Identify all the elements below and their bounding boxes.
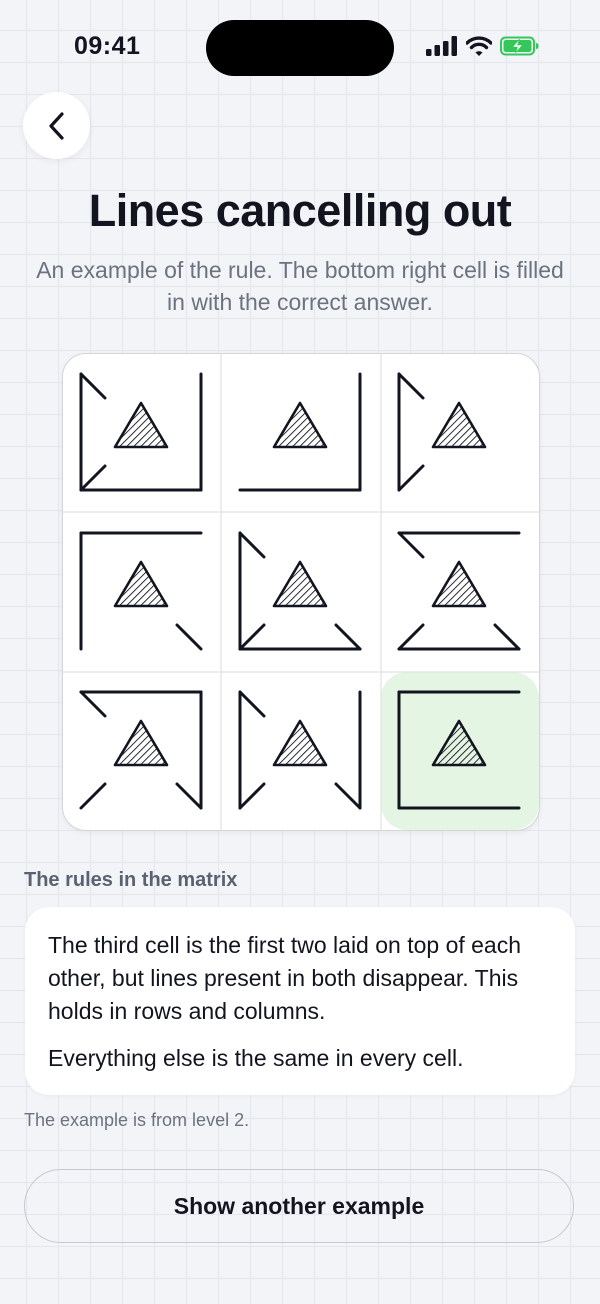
chevron-left-icon: [48, 111, 64, 140]
rule-paragraph: Everything else is the same in every cel…: [48, 1045, 464, 1071]
matrix-cells: [79, 372, 521, 810]
matrix-cell-r1c1: [79, 372, 203, 492]
matrix-cell-r2c2: [238, 531, 362, 651]
wifi-icon: [466, 36, 492, 56]
cell-line-top-left-diagonal: [238, 531, 266, 559]
matrix-cell-r1c3: [397, 372, 487, 492]
cell-line-top-left-diagonal: [238, 690, 266, 718]
cell-line-bottom-right-diagonal: [334, 782, 362, 810]
rule-paragraph: The third cell is the first two laid on …: [48, 932, 522, 1024]
cell-line-bottom-left-diagonal: [238, 623, 266, 651]
hatched-triangle-icon: [272, 560, 328, 608]
cell-line-bottom-right-diagonal: [334, 623, 362, 651]
status-bar: 09:41: [0, 0, 600, 90]
cell-line-top-left-diagonal: [397, 372, 425, 400]
cell-line-top-left-diagonal: [397, 531, 425, 559]
cell-line-bottom-left-diagonal: [79, 464, 107, 492]
hatched-triangle-icon: [113, 719, 169, 767]
hatched-triangle-icon: [272, 401, 328, 449]
cell-line-bottom-left-diagonal: [397, 623, 425, 651]
page-subtitle: An example of the rule. The bottom right…: [36, 257, 564, 315]
cell-line-bottom-left-diagonal: [397, 464, 425, 492]
hatched-triangle-icon: [113, 401, 169, 449]
puzzle-matrix: [62, 353, 540, 831]
matrix-cell-r1c2: [238, 372, 362, 492]
matrix-cell-r2c3: [397, 531, 521, 651]
battery-charging-icon: [500, 36, 539, 56]
cell-line-top-left-diagonal: [79, 372, 107, 400]
back-button[interactable]: [23, 92, 90, 159]
rules-section-label: The rules in the matrix: [24, 869, 238, 891]
cell-line-bottom-left-diagonal: [79, 782, 107, 810]
matrix-cell-r3c3: [397, 690, 521, 810]
level-footnote: The example is from level 2.: [24, 1110, 250, 1130]
cell-line-bottom-right-diagonal: [493, 623, 521, 651]
matrix-cell-r3c1: [79, 690, 203, 810]
cell-line-bottom-right-diagonal: [175, 782, 203, 810]
hatched-triangle-icon: [113, 560, 169, 608]
hatched-triangle-icon: [272, 719, 328, 767]
cell-line-top-left-diagonal: [79, 690, 107, 718]
dynamic-island: [206, 20, 394, 76]
status-icons: [426, 36, 540, 56]
matrix-cell-r2c1: [79, 531, 203, 651]
matrix-cell-r3c2: [238, 690, 362, 810]
cellular-signal-icon: [426, 36, 457, 56]
page-title: Lines cancelling out: [88, 185, 512, 236]
status-time: 09:41: [74, 32, 141, 60]
cell-line-bottom-left-diagonal: [238, 782, 266, 810]
hatched-triangle-icon: [431, 719, 487, 767]
hatched-triangle-icon: [431, 560, 487, 608]
cell-line-bottom-right-diagonal: [175, 623, 203, 651]
show-another-example-button[interactable]: Show another example: [24, 1169, 574, 1243]
hatched-triangle-icon: [431, 401, 487, 449]
rules-card: The third cell is the first two laid on …: [25, 907, 575, 1095]
